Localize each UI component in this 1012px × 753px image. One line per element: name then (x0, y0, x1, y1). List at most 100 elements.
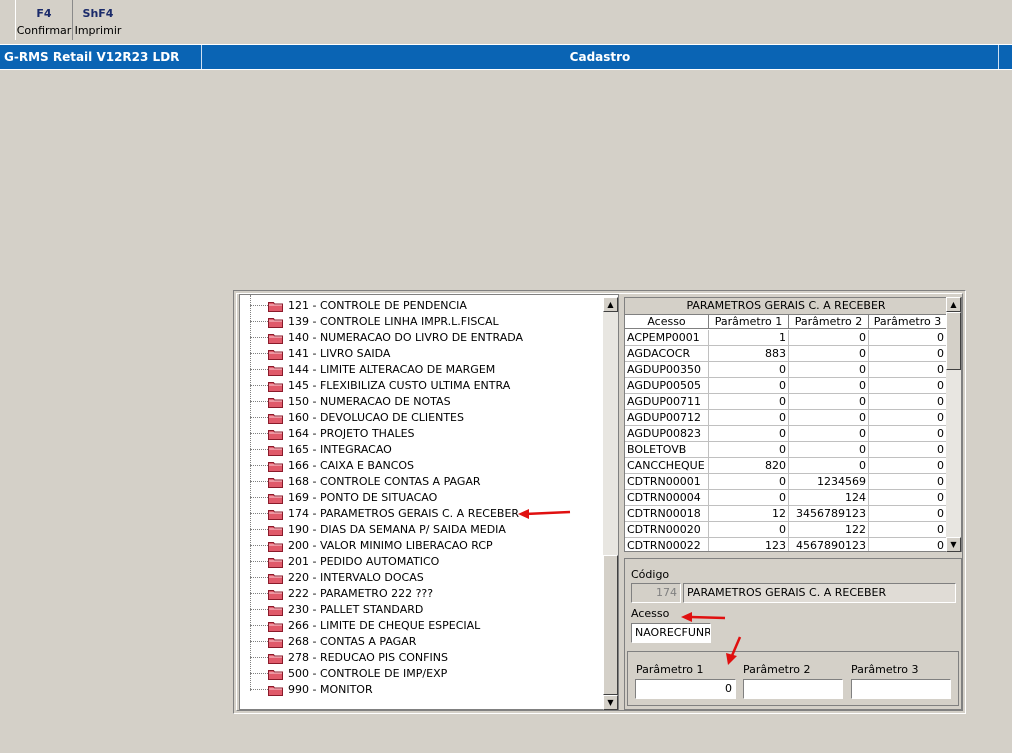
annotation-arrow-icon (726, 636, 742, 665)
parametro-3-input[interactable] (851, 679, 951, 699)
cell-parametro-3: 0 (869, 538, 947, 551)
tree-item-label: 990 - MONITOR (288, 683, 373, 696)
tree-item-label: 266 - LIMITE DE CHEQUE ESPECIAL (288, 619, 481, 632)
imprimir-label: Imprimir (74, 24, 122, 37)
scroll-up-icon[interactable]: ▲ (603, 297, 618, 312)
folder-icon (268, 365, 283, 376)
tree-scrollbar[interactable]: ▲ ▼ (603, 297, 618, 710)
cell-parametro-1: 0 (709, 410, 789, 426)
grid-scrollbar[interactable]: ▲ ▼ (946, 297, 961, 552)
cell-parametro-2: 124 (789, 490, 869, 506)
cell-acesso: CDTRN00022 (625, 538, 709, 551)
tree-item-label: 141 - LIVRO SAIDA (288, 347, 391, 360)
folder-icon (268, 477, 283, 488)
cell-parametro-3: 0 (869, 490, 947, 506)
cell-parametro-2: 3456789123 (789, 506, 869, 522)
cell-parametro-2: 0 (789, 346, 869, 362)
cell-acesso: AGDUP00712 (625, 410, 709, 426)
scroll-thumb[interactable] (946, 312, 961, 370)
tree-item-label: 174 - PARAMETROS GERAIS C. A RECEBER (288, 507, 520, 520)
parametro-1-label: Parâmetro 1 (636, 663, 704, 676)
tree-item-label: 144 - LIMITE ALTERACAO DE MARGEM (288, 363, 496, 376)
cell-acesso: CANCCHEQUE (625, 458, 709, 474)
column-header-parametro-1[interactable]: Parâmetro 1 (709, 314, 789, 329)
cell-acesso: AGDUP00823 (625, 426, 709, 442)
folder-icon (268, 381, 283, 392)
category-tree[interactable]: 121 - CONTROLE DE PENDENCIA 139 - CONTROL… (239, 294, 619, 710)
tree-item-label: 140 - NUMERACAO DO LIVRO DE ENTRADA (288, 331, 524, 344)
cell-parametro-1: 0 (709, 378, 789, 394)
column-header-acesso[interactable]: Acesso (625, 314, 709, 329)
shf4-key-label: ShF4 (82, 7, 114, 20)
title-divider (998, 45, 999, 69)
scroll-up-icon[interactable]: ▲ (946, 297, 961, 312)
cell-parametro-3: 0 (869, 378, 947, 394)
parameters-grid[interactable]: PARAMETROS GERAIS C. A RECEBER Acesso Par… (624, 297, 962, 552)
tree-item-label: 222 - PARAMETRO 222 ??? (288, 587, 434, 600)
parametro-2-input[interactable] (743, 679, 843, 699)
column-header-parametro-2[interactable]: Parâmetro 2 (789, 314, 869, 329)
tree-item-label: 230 - PALLET STANDARD (288, 603, 424, 616)
f4-key-label: F4 (36, 7, 52, 20)
tree-item-label: 500 - CONTROLE DE IMP/EXP (288, 667, 448, 680)
tree-item-label: 268 - CONTAS A PAGAR (288, 635, 417, 648)
cell-parametro-1: 883 (709, 346, 789, 362)
cell-acesso: CDTRN00001 (625, 474, 709, 490)
tree-item-label: 200 - VALOR MINIMO LIBERACAO RCP (288, 539, 493, 552)
codigo-label: Código (631, 568, 670, 581)
parametro-1-input[interactable]: 0 (635, 679, 736, 699)
acesso-label: Acesso (631, 607, 670, 620)
column-header-parametro-3[interactable]: Parâmetro 3 (869, 314, 947, 329)
tree-item-label: 190 - DIAS DA SEMANA P/ SAIDA MEDIA (288, 523, 506, 536)
cell-parametro-1: 1 (709, 330, 789, 346)
cell-parametro-3: 0 (869, 362, 947, 378)
folder-icon (268, 349, 283, 360)
cell-parametro-2: 0 (789, 362, 869, 378)
cell-parametro-3: 0 (869, 394, 947, 410)
folder-icon (268, 669, 283, 680)
scroll-down-icon[interactable]: ▼ (603, 695, 618, 710)
cell-parametro-3: 0 (869, 474, 947, 490)
acesso-input[interactable]: NAORECFUNR (631, 623, 711, 643)
cell-parametro-3: 0 (869, 346, 947, 362)
descricao-field: PARAMETROS GERAIS C. A RECEBER (683, 583, 956, 603)
folder-icon (268, 413, 283, 424)
tree-item-label: 139 - CONTROLE LINHA IMPR.L.FISCAL (288, 315, 499, 328)
cell-acesso: AGDACOCR (625, 346, 709, 362)
cell-parametro-3: 0 (869, 442, 947, 458)
folder-icon (268, 685, 283, 696)
imprimir-button[interactable]: ShF4 Imprimir (73, 0, 123, 40)
folder-icon (268, 653, 283, 664)
scroll-down-icon[interactable]: ▼ (946, 537, 961, 552)
scroll-thumb[interactable] (603, 555, 618, 695)
folder-icon (268, 525, 283, 536)
cell-parametro-2: 0 (789, 330, 869, 346)
folder-icon (268, 509, 283, 520)
cell-acesso: CDTRN00018 (625, 506, 709, 522)
tree-item-label: 169 - PONTO DE SITUACAO (288, 491, 438, 504)
cell-acesso: CDTRN00004 (625, 490, 709, 506)
cell-acesso: ACPEMP0001 (625, 330, 709, 346)
cell-acesso: AGDUP00711 (625, 394, 709, 410)
parametro-3-label: Parâmetro 3 (851, 663, 919, 676)
cell-parametro-1: 123 (709, 538, 789, 551)
folder-icon (268, 621, 283, 632)
cell-parametro-1: 12 (709, 506, 789, 522)
cell-parametro-2: 0 (789, 410, 869, 426)
cell-parametro-2: 0 (789, 458, 869, 474)
tree-item-label: 220 - INTERVALO DOCAS (288, 571, 424, 584)
tree-item-label: 166 - CAIXA E BANCOS (288, 459, 415, 472)
confirmar-button[interactable]: F4 Confirmar (15, 0, 73, 40)
folder-icon (268, 605, 283, 616)
folder-icon (268, 333, 283, 344)
title-bar: G-RMS Retail V12R23 LDR Cadastro (0, 44, 1012, 70)
folder-icon (268, 397, 283, 408)
folder-icon (268, 301, 283, 312)
grid-title: PARAMETROS GERAIS C. A RECEBER (625, 298, 947, 315)
cell-parametro-3: 0 (869, 426, 947, 442)
folder-icon (268, 573, 283, 584)
tree-item-label: 201 - PEDIDO AUTOMATICO (288, 555, 440, 568)
cell-parametro-2: 122 (789, 522, 869, 538)
folder-icon (268, 461, 283, 472)
cell-acesso: BOLETOVB (625, 442, 709, 458)
